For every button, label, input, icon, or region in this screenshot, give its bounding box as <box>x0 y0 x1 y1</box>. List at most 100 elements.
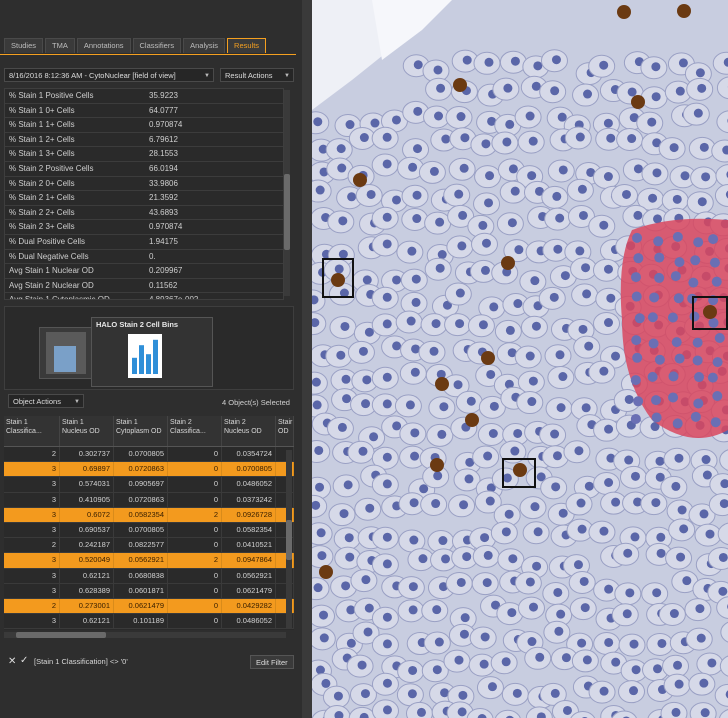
result-row[interactable]: % Stain 2 0+ Cells 33.9806 <box>5 177 283 192</box>
table-row[interactable]: 2 0.302737 0.0700805 0 0.0354724 <box>4 447 294 463</box>
table-row[interactable]: 3 0.574031 0.0905697 0 0.0486052 <box>4 477 294 493</box>
result-row[interactable]: % Stain 2 1+ Cells 21.3592 <box>5 191 283 206</box>
selection-box-2[interactable] <box>502 458 536 488</box>
col-stain1-class[interactable]: Stain 1 Classifica... <box>4 416 60 446</box>
check-icon[interactable]: ✓ <box>20 655 28 666</box>
object-table-header: Stain 1 Classifica... Stain 1 Nucleus OD… <box>4 416 294 447</box>
analysis-panel: Studies TMA Annotations Classifiers Anal… <box>0 0 302 718</box>
table-cell: 0.62121 <box>60 614 114 629</box>
edit-filter-button[interactable]: Edit Filter <box>250 655 294 669</box>
table-row[interactable]: 3 0.62121 0.101189 0 0.0486052 <box>4 614 294 630</box>
result-row[interactable]: % Stain 1 3+ Cells 28.1553 <box>5 147 283 162</box>
table-cell: 0.101189 <box>114 614 168 629</box>
table-cell: 3 <box>4 462 60 477</box>
selected-count: 4 Object(s) Selected <box>222 398 290 407</box>
object-table-hscrollbar[interactable] <box>4 632 286 638</box>
hscroll-thumb[interactable] <box>16 632 106 638</box>
object-actions-label: Object Actions <box>13 397 61 406</box>
object-table-scrollbar-thumb[interactable] <box>286 520 292 560</box>
result-name: % Stain 2 2+ Cells <box>9 207 75 217</box>
table-cell: 0.0486052 <box>222 614 276 629</box>
tab-tma[interactable]: TMA <box>45 38 75 53</box>
table-cell: 0.0601871 <box>114 583 168 598</box>
result-row[interactable]: % Stain 2 Positive Cells 66.0194 <box>5 162 283 177</box>
col-stain2-nucleus-od[interactable]: Stain 2 Nucleus OD <box>222 416 276 446</box>
tab-results[interactable]: Results <box>227 38 267 53</box>
result-row[interactable]: % Dual Negative Cells 0. <box>5 250 283 265</box>
tab-annotations[interactable]: Annotations <box>76 38 131 53</box>
col-stain1-cytoplasm-od[interactable]: Stain 1 Cytoplasm OD <box>114 416 168 446</box>
table-cell: 3 <box>4 522 60 538</box>
table-row[interactable]: 3 0.690537 0.0700805 0 0.0582354 <box>4 522 294 539</box>
table-cell: 0.574031 <box>60 477 114 492</box>
bins-thumbnail-1[interactable] <box>39 327 93 379</box>
result-row[interactable]: % Stain 1 2+ Cells 6.79612 <box>5 133 283 148</box>
table-cell: 0.690537 <box>60 522 114 538</box>
result-row[interactable]: % Dual Positive Cells 1.94175 <box>5 235 283 250</box>
result-actions-dropdown[interactable]: Result Actions ▼ <box>220 68 294 82</box>
bin-bar <box>132 357 137 374</box>
result-row[interactable]: % Stain 1 Positive Cells 35.9223 <box>5 89 283 104</box>
table-row[interactable]: 3 0.410905 0.0720863 0 0.0373242 <box>4 492 294 508</box>
result-row[interactable]: Avg Stain 2 Nuclear OD 0.11562 <box>5 279 283 294</box>
filter-bar: ✕ ✓ [Stain 1 Classification] <> '0' Edit… <box>4 654 294 670</box>
col-stain2-class[interactable]: Stain 2 Classifica... <box>168 416 222 446</box>
result-value: 1.94175 <box>149 236 178 246</box>
results-scrollbar[interactable] <box>284 90 290 296</box>
table-cell: 3 <box>4 492 60 507</box>
table-cell: 0.0700805 <box>114 447 168 462</box>
result-value: 4.89367e-002 <box>149 295 199 300</box>
table-cell: 0 <box>168 568 222 583</box>
panel-splitter[interactable] <box>302 0 312 718</box>
table-row[interactable]: 2 0.273001 0.0621479 0 0.0429282 <box>4 598 294 615</box>
result-row[interactable]: % Stain 1 1+ Cells 0.970874 <box>5 118 283 133</box>
selection-box-3[interactable] <box>692 296 728 330</box>
result-actions-label: Result Actions <box>225 71 273 80</box>
table-cell: 3 <box>4 614 60 629</box>
result-row[interactable]: % Stain 2 2+ Cells 43.6893 <box>5 206 283 221</box>
table-cell: 2 <box>168 553 222 568</box>
result-row[interactable]: % Stain 1 0+ Cells 64.0777 <box>5 104 283 119</box>
table-cell: 3 <box>4 583 60 598</box>
table-row[interactable]: 3 0.628389 0.0601871 0 0.0621479 <box>4 583 294 599</box>
col-stain1-nucleus-od[interactable]: Stain 1 Nucleus OD <box>60 416 114 446</box>
bin-bar <box>146 354 151 374</box>
table-cell: 0.0486052 <box>222 477 276 492</box>
table-cell: 0.62121 <box>60 568 114 583</box>
image-viewer[interactable] <box>312 0 728 718</box>
result-value: 0.970874 <box>149 222 183 232</box>
table-cell: 2 <box>4 447 60 462</box>
tab-classifiers[interactable]: Classifiers <box>132 38 182 53</box>
table-cell: 0 <box>168 492 222 507</box>
bins-thumbnail-2[interactable]: HALO Stain 2 Cell Bins <box>91 317 213 387</box>
table-cell: 0.0621479 <box>222 583 276 598</box>
result-value: 6.79612 <box>149 134 178 144</box>
result-select[interactable]: 8/16/2016 8:12:36 AM - CytoNuclear [fiel… <box>4 68 214 82</box>
object-table-scrollbar[interactable] <box>286 450 292 628</box>
table-cell: 0.0582354 <box>222 522 276 538</box>
object-actions-dropdown[interactable]: Object Actions ▼ <box>8 394 84 408</box>
result-row[interactable]: Avg Stain 1 Cytoplasmic OD 4.89367e-002 <box>5 293 283 300</box>
table-row[interactable]: 3 0.69897 0.0720863 0 0.0700805 <box>4 462 294 478</box>
table-row[interactable]: 2 0.242187 0.0822577 0 0.0410521 <box>4 538 294 554</box>
result-name: % Stain 2 Positive Cells <box>9 163 94 173</box>
table-row[interactable]: 3 0.520049 0.0562921 2 0.0947864 <box>4 553 294 569</box>
result-name: Avg Stain 1 Nuclear OD <box>9 266 94 276</box>
col-stain-od[interactable]: Stair OD <box>276 416 294 446</box>
tab-studies[interactable]: Studies <box>4 38 44 53</box>
results-scrollbar-thumb[interactable] <box>284 174 290 250</box>
table-cell: 0 <box>168 583 222 598</box>
table-cell: 0.69897 <box>60 462 114 477</box>
selection-box-1[interactable] <box>322 258 354 298</box>
tab-analysis[interactable]: Analysis <box>183 38 226 53</box>
result-row[interactable]: Avg Stain 1 Nuclear OD 0.209967 <box>5 264 283 279</box>
close-icon[interactable]: ✕ <box>8 656 16 667</box>
table-cell: 0.628389 <box>60 583 114 598</box>
tab-bar: Studies TMA Annotations Classifiers Anal… <box>4 38 268 54</box>
result-value: 33.9806 <box>149 178 178 188</box>
result-value: 0. <box>149 251 156 261</box>
table-row[interactable]: 3 0.6072 0.0582354 2 0.0926728 <box>4 507 294 523</box>
result-row[interactable]: % Stain 2 3+ Cells 0.970874 <box>5 220 283 235</box>
table-cell: 0.242187 <box>60 538 114 553</box>
table-row[interactable]: 3 0.62121 0.0680838 0 0.0562921 <box>4 568 294 584</box>
